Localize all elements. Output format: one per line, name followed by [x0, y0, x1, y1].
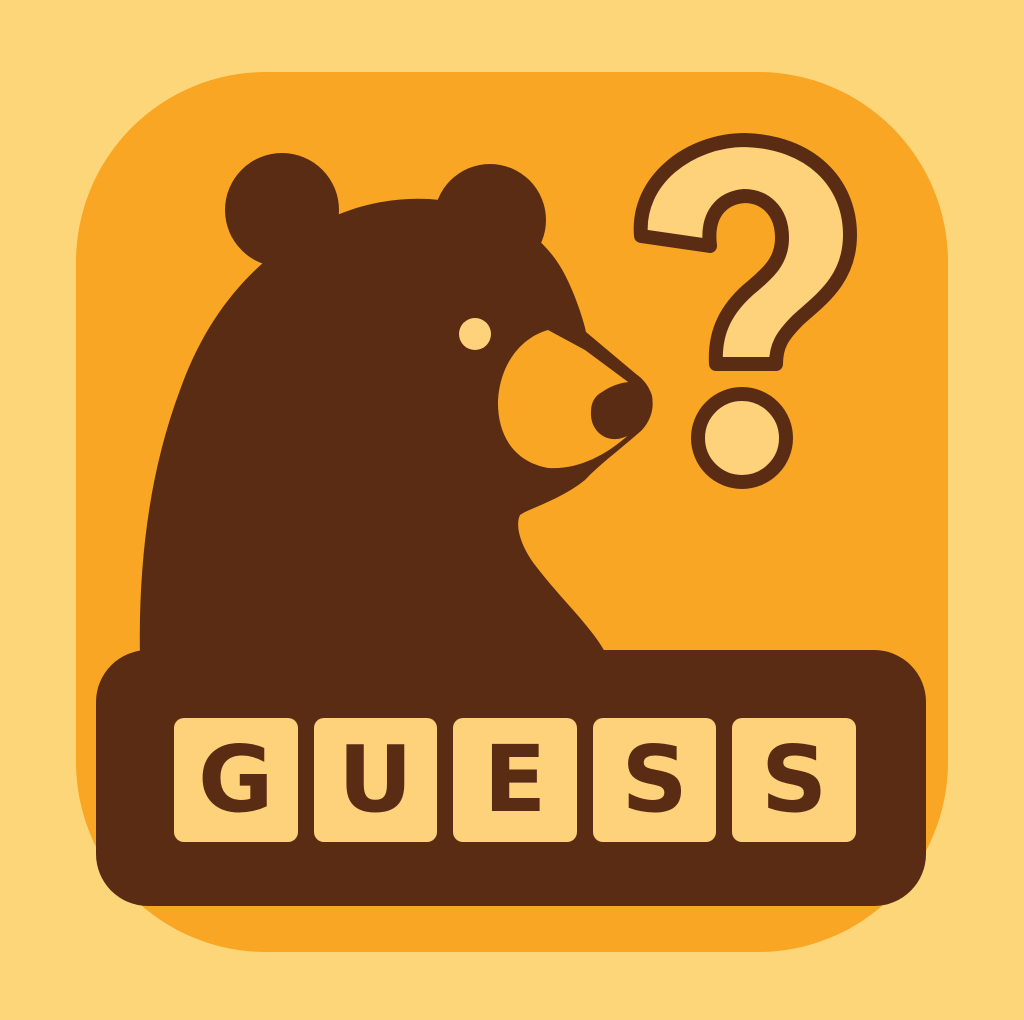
letter-tile-label: E	[483, 726, 547, 833]
question-mark-icon	[633, 133, 857, 489]
bear-eye	[459, 318, 491, 350]
letter-tile: G	[174, 718, 298, 842]
app-icon-canvas: G U E S S	[0, 0, 1024, 1020]
letter-tile-label: S	[761, 726, 828, 833]
letter-tile: S	[732, 718, 856, 842]
letter-tile-label: U	[338, 726, 413, 833]
letter-tile: U	[313, 718, 438, 842]
letter-tile: S	[592, 718, 717, 842]
word-tiles-row: G U E S S	[174, 718, 856, 842]
letter-tile: E	[453, 718, 577, 842]
letter-tile-label: S	[621, 726, 688, 833]
letter-tile-label: G	[198, 726, 274, 833]
